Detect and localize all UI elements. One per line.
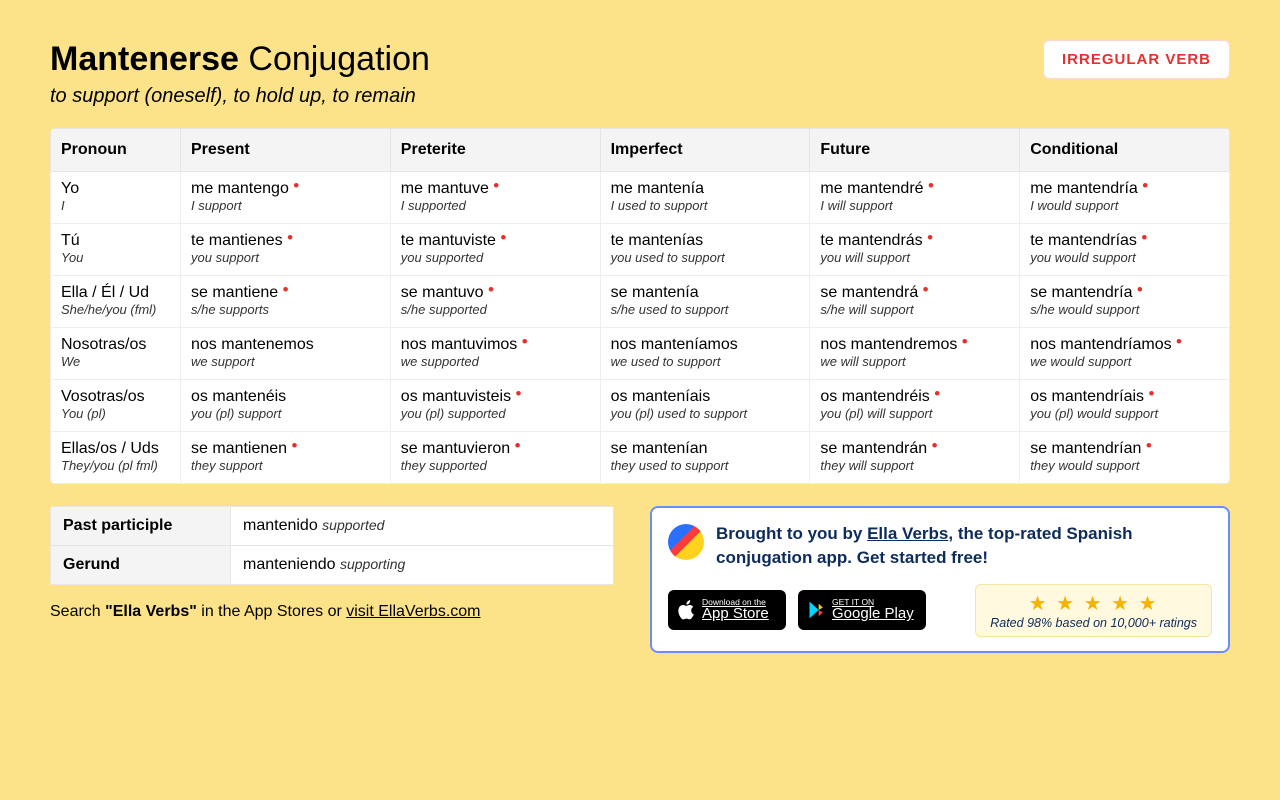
table-row: YoIme mantengo •I supportme mantuve •I s… xyxy=(51,172,1230,224)
conjugation-cell: os mantendréis •you (pl) will support xyxy=(810,380,1020,432)
pronoun-cell: Vosotras/osYou (pl) xyxy=(51,380,181,432)
conjugation-cell: te mantuviste •you supported xyxy=(390,224,600,276)
conjugation-cell: nos mantendremos •we will support xyxy=(810,328,1020,380)
column-header: Imperfect xyxy=(600,129,810,172)
irregular-dot-icon: • xyxy=(962,332,968,351)
irregular-dot-icon: • xyxy=(1146,436,1152,455)
column-header: Future xyxy=(810,129,1020,172)
visit-link[interactable]: visit EllaVerbs.com xyxy=(346,603,480,620)
table-row: Nosotras/osWenos mantenemoswe supportnos… xyxy=(51,328,1230,380)
participle-label: Gerund xyxy=(51,546,231,585)
conjugation-cell: te mantendrías •you would support xyxy=(1020,224,1230,276)
pronoun-cell: TúYou xyxy=(51,224,181,276)
promo-box: Brought to you by Ella Verbs, the top-ra… xyxy=(650,506,1230,653)
participles-table: Past participlemantenido supportedGerund… xyxy=(50,506,614,585)
conjugation-cell: se mantuvieron •they supported xyxy=(390,432,600,484)
conjugation-cell: nos manteníamoswe used to support xyxy=(600,328,810,380)
conjugation-cell: se mantienen •they support xyxy=(181,432,391,484)
conjugation-cell: me mantengo •I support xyxy=(181,172,391,224)
irregular-dot-icon: • xyxy=(923,280,929,299)
irregular-dot-icon: • xyxy=(488,280,494,299)
verb-name: Mantenerse xyxy=(50,40,239,78)
conjugation-cell: os mantenéisyou (pl) support xyxy=(181,380,391,432)
star-rating: ★ ★ ★ ★ ★ xyxy=(990,591,1197,616)
participle-row: Past participlemantenido supported xyxy=(51,507,614,546)
participle-value: manteniendo supporting xyxy=(231,546,614,585)
conjugation-cell: os manteníaisyou (pl) used to support xyxy=(600,380,810,432)
irregular-dot-icon: • xyxy=(1176,332,1182,351)
conjugation-table: PronounPresentPreteriteImperfectFutureCo… xyxy=(50,128,1230,484)
conjugation-cell: se mantendrían •they would support xyxy=(1020,432,1230,484)
participle-value: mantenido supported xyxy=(231,507,614,546)
irregular-dot-icon: • xyxy=(932,436,938,455)
title-suffix: Conjugation xyxy=(239,40,430,78)
irregular-badge: IRREGULAR VERB xyxy=(1043,40,1230,79)
conjugation-cell: se manteníanthey used to support xyxy=(600,432,810,484)
conjugation-cell: me mantendría •I would support xyxy=(1020,172,1230,224)
irregular-dot-icon: • xyxy=(927,228,933,247)
search-instruction: Search "Ella Verbs" in the App Stores or… xyxy=(50,603,614,621)
conjugation-cell: te manteníasyou used to support xyxy=(600,224,810,276)
irregular-dot-icon: • xyxy=(500,228,506,247)
conjugation-cell: nos mantendríamos •we would support xyxy=(1020,328,1230,380)
conjugation-cell: me mantendré •I will support xyxy=(810,172,1020,224)
column-header: Preterite xyxy=(390,129,600,172)
table-row: Ellas/os / UdsThey/you (pl fml)se mantie… xyxy=(51,432,1230,484)
ella-verbs-link[interactable]: Ella Verbs xyxy=(867,524,948,543)
conjugation-cell: se mantendría •s/he would support xyxy=(1020,276,1230,328)
irregular-dot-icon: • xyxy=(293,176,299,195)
conjugation-cell: se mantendrán •they will support xyxy=(810,432,1020,484)
pronoun-cell: Ellas/os / UdsThey/you (pl fml) xyxy=(51,432,181,484)
irregular-dot-icon: • xyxy=(283,280,289,299)
irregular-dot-icon: • xyxy=(516,384,522,403)
verb-definition: to support (oneself), to hold up, to rem… xyxy=(50,85,430,108)
irregular-dot-icon: • xyxy=(1142,176,1148,195)
table-row: Ella / Él / UdShe/he/you (fml)se mantien… xyxy=(51,276,1230,328)
rating-text: Rated 98% based on 10,000+ ratings xyxy=(990,616,1197,630)
page-title: Mantenerse Conjugation xyxy=(50,40,430,79)
conjugation-cell: me manteníaI used to support xyxy=(600,172,810,224)
conjugation-cell: os mantuvisteis •you (pl) supported xyxy=(390,380,600,432)
table-row: Vosotras/osYou (pl)os mantenéisyou (pl) … xyxy=(51,380,1230,432)
irregular-dot-icon: • xyxy=(1148,384,1154,403)
conjugation-cell: te mantienes •you support xyxy=(181,224,391,276)
conjugation-cell: te mantendrás •you will support xyxy=(810,224,1020,276)
apple-icon xyxy=(677,599,697,621)
column-header: Present xyxy=(181,129,391,172)
pronoun-cell: Nosotras/osWe xyxy=(51,328,181,380)
conjugation-cell: se mantenías/he used to support xyxy=(600,276,810,328)
conjugation-cell: me mantuve •I supported xyxy=(390,172,600,224)
irregular-dot-icon: • xyxy=(1137,280,1143,299)
google-play-button[interactable]: GET IT ON Google Play xyxy=(798,590,926,630)
irregular-dot-icon: • xyxy=(934,384,940,403)
google-play-icon xyxy=(807,599,827,621)
irregular-dot-icon: • xyxy=(287,228,293,247)
pronoun-cell: YoI xyxy=(51,172,181,224)
column-header: Conditional xyxy=(1020,129,1230,172)
app-store-button[interactable]: Download on the App Store xyxy=(668,590,786,630)
participle-row: Gerundmanteniendo supporting xyxy=(51,546,614,585)
irregular-dot-icon: • xyxy=(292,436,298,455)
irregular-dot-icon: • xyxy=(493,176,499,195)
rating-box: ★ ★ ★ ★ ★ Rated 98% based on 10,000+ rat… xyxy=(975,584,1212,637)
irregular-dot-icon: • xyxy=(928,176,934,195)
column-header: Pronoun xyxy=(51,129,181,172)
irregular-dot-icon: • xyxy=(522,332,528,351)
conjugation-cell: se mantiene •s/he supports xyxy=(181,276,391,328)
conjugation-cell: nos mantenemoswe support xyxy=(181,328,391,380)
table-row: TúYoute mantienes •you supportte mantuvi… xyxy=(51,224,1230,276)
irregular-dot-icon: • xyxy=(515,436,521,455)
participle-label: Past participle xyxy=(51,507,231,546)
promo-text: Brought to you by Ella Verbs, the top-ra… xyxy=(716,522,1212,570)
irregular-dot-icon: • xyxy=(1141,228,1147,247)
conjugation-cell: os mantendríais •you (pl) would support xyxy=(1020,380,1230,432)
app-icon xyxy=(668,524,704,560)
pronoun-cell: Ella / Él / UdShe/he/you (fml) xyxy=(51,276,181,328)
conjugation-cell: se mantuvo •s/he supported xyxy=(390,276,600,328)
conjugation-cell: se mantendrá •s/he will support xyxy=(810,276,1020,328)
conjugation-cell: nos mantuvimos •we supported xyxy=(390,328,600,380)
